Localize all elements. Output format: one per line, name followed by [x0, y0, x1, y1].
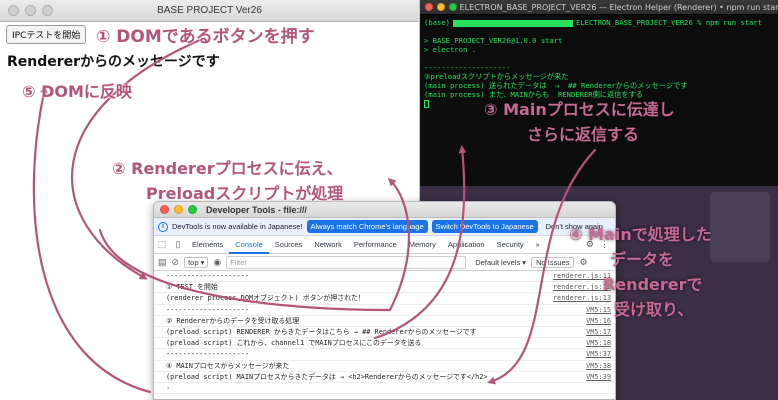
annotation-step2-line2: Preloadスクリプトが処理	[146, 184, 344, 203]
annotation-step5: ⑤ DOMに反映	[22, 82, 132, 101]
arrow-step4	[487, 148, 597, 385]
annotation-step4-line3: Rendererで	[603, 275, 703, 294]
annotation-step4-line4: 受け取り、	[614, 300, 694, 319]
arrow-step5	[32, 85, 152, 394]
annotation-step4-line1: ④ Mainで処理した	[569, 225, 712, 244]
annotation-step2-line1: ② Rendererプロセスに伝え、	[112, 159, 343, 178]
annotation-step3-line2: さらに返信する	[527, 125, 640, 144]
annotation-step3-line1: ③ Mainプロセスに伝達し	[484, 100, 675, 119]
annotation-arrows	[32, 38, 597, 394]
annotation-step1: ① DOMであるボタンを押す	[96, 27, 315, 47]
annotation-step4-line2: データを	[610, 250, 675, 269]
